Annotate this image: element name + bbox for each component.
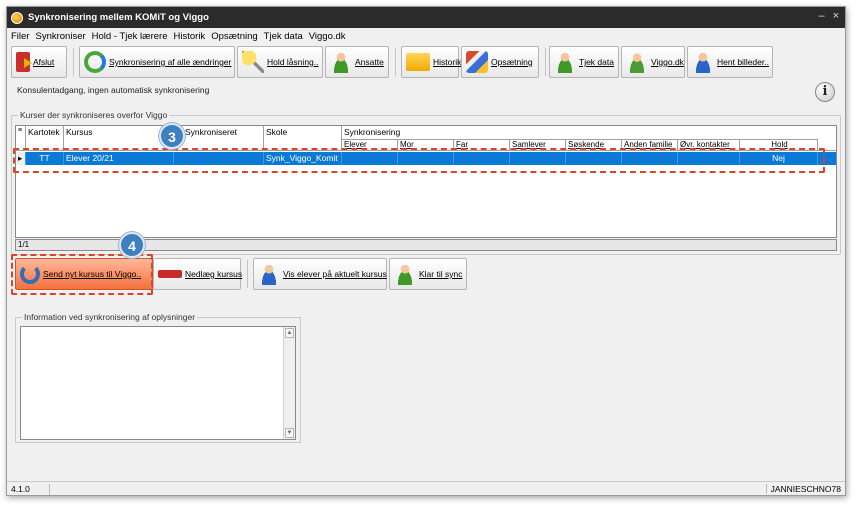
viggo-button[interactable]: Viggo.dk (621, 46, 685, 78)
step-badge-4: 4 (119, 232, 145, 258)
menu-hold[interactable]: Hold - Tjek lærere (92, 31, 168, 42)
setup-button[interactable]: Opsætning (461, 46, 539, 78)
window-title: Synkronisering mellem KOMiT og Viggo (28, 12, 209, 23)
employees-button[interactable]: Ansatte (325, 46, 389, 78)
toolbar-separator (73, 48, 74, 76)
info-icon[interactable]: i (815, 82, 835, 102)
folder-icon (406, 53, 430, 71)
status-bar: 4.1.0 JANNIESCHNO78 (7, 481, 845, 495)
info-scrollbar[interactable]: ▲ ▼ (283, 327, 295, 439)
toolbar: Afslut Synkronisering af alle ændringer … (9, 46, 839, 80)
send-callout-highlight (11, 254, 153, 295)
window-controls: – × (818, 10, 839, 22)
menu-viggo[interactable]: Viggo.dk (309, 31, 346, 42)
fetch-images-button[interactable]: Hent billeder.. (687, 46, 773, 78)
close-course-icon (158, 270, 182, 278)
actions-separator (247, 260, 248, 288)
info-group: Information ved synkronisering af oplysn… (15, 312, 301, 443)
statusbar-separator (49, 484, 50, 495)
viggo-icon (626, 51, 648, 73)
menu-tjek-data[interactable]: Tjek data (264, 31, 303, 42)
exit-button[interactable]: Afslut (11, 46, 67, 78)
app-window: Synkronisering mellem KOMiT og Viggo – ×… (6, 6, 846, 496)
menu-opsaetning[interactable]: Opsætning (211, 31, 257, 42)
version-label: 4.1.0 (11, 484, 30, 494)
courses-group-title: Kurser der synkroniseres overfor Viggo (18, 110, 170, 120)
toolbar-separator (545, 48, 546, 76)
ready-sync-button[interactable]: Klar til sync (389, 258, 467, 290)
history-button[interactable]: Historik (401, 46, 461, 78)
close-button[interactable]: × (833, 10, 839, 22)
toolbar-separator (395, 48, 396, 76)
fetch-images-icon (692, 51, 714, 73)
check-data-button[interactable]: Tjek data (549, 46, 619, 78)
scroll-up-icon[interactable]: ▲ (285, 328, 294, 338)
row-callout-highlight (13, 148, 825, 173)
scroll-down-icon[interactable]: ▼ (285, 428, 294, 438)
hold-lock-button[interactable]: Hold låsning.. (237, 46, 323, 78)
app-icon (11, 11, 23, 24)
minimize-button[interactable]: – (818, 10, 824, 22)
students-icon (258, 263, 280, 285)
show-students-button[interactable]: Vis elever på aktuelt kursus (253, 258, 387, 290)
access-status: Konsulentadgang, ingen automatisk synkro… (17, 85, 210, 95)
step-badge-3: 3 (159, 123, 185, 149)
check-data-icon (554, 51, 576, 73)
courses-grid[interactable]: ≡ Kartotek Kursus st Synkroniseret Skole… (15, 125, 837, 238)
info-textarea[interactable]: ▲ ▼ (20, 326, 296, 440)
close-course-button[interactable]: Nedlæg kursus (153, 258, 242, 290)
sync-icon (84, 51, 106, 73)
menu-historik[interactable]: Historik (174, 31, 206, 42)
key-icon (242, 51, 264, 73)
menu-synkroniser[interactable]: Synkroniser (35, 31, 85, 42)
exit-icon (16, 52, 32, 72)
ready-sync-icon (394, 263, 416, 285)
sync-all-button[interactable]: Synkronisering af alle ændringer (79, 46, 235, 78)
info-group-title: Information ved synkronisering af oplysn… (22, 312, 198, 322)
menu-filer[interactable]: Filer (11, 31, 29, 42)
menu-bar: Filer Synkroniser Hold - Tjek lærere His… (7, 28, 845, 44)
employees-icon (330, 51, 352, 73)
tools-icon (466, 51, 488, 73)
title-bar: Synkronisering mellem KOMiT og Viggo – × (7, 7, 845, 28)
user-label: JANNIESCHNO78 (765, 484, 841, 494)
